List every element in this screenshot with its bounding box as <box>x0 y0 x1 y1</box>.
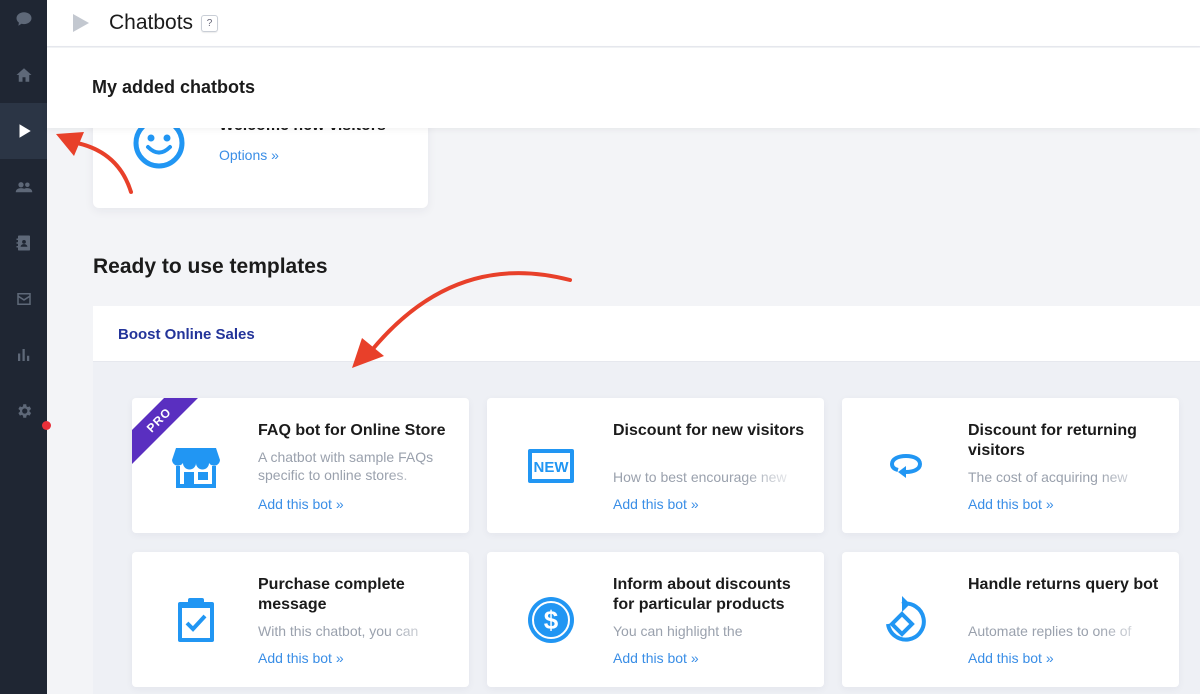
template-card-purchase-complete[interactable]: Purchase complete message With this chat… <box>132 552 469 687</box>
sidebar-item-home[interactable] <box>0 47 47 103</box>
storefront-icon <box>170 440 222 492</box>
dollar-coin-icon: $ <box>525 594 577 646</box>
card-title: Handle returns query bot <box>968 576 1159 593</box>
add-bot-link[interactable]: Add this bot » <box>613 650 699 666</box>
chat-bubble-icon <box>16 12 31 26</box>
category-header: Boost Online Sales <box>93 306 1200 362</box>
play-icon <box>73 14 89 32</box>
card-description: Automate replies to one of <box>968 622 1158 640</box>
card-title: FAQ bot for Online Store <box>258 422 446 439</box>
add-bot-link[interactable]: Add this bot » <box>613 496 699 512</box>
category-title[interactable]: Boost Online Sales <box>118 326 255 343</box>
card-description: How to best encourage new <box>613 468 803 486</box>
return-cycle-icon <box>880 440 932 492</box>
card-description: With this chatbot, you can <box>258 622 448 640</box>
template-card-discount-returning[interactable]: Discount for returning visitors The cost… <box>842 398 1179 533</box>
add-bot-link[interactable]: Add this bot » <box>968 650 1054 666</box>
options-link[interactable]: Options » <box>219 147 279 163</box>
notification-dot <box>42 421 51 430</box>
sidebar-item-chats[interactable] <box>0 0 47 47</box>
sidebar <box>0 0 51 694</box>
play-icon <box>19 124 31 138</box>
card-description: specific to online stores. <box>258 466 448 484</box>
card-title: Inform about discounts for particular pr… <box>613 576 791 613</box>
sidebar-item-address-book[interactable] <box>0 215 47 271</box>
templates-heading: Ready to use templates <box>93 255 328 278</box>
people-icon <box>15 182 32 193</box>
template-card-handle-returns[interactable]: Handle returns query bot Automate replie… <box>842 552 1179 687</box>
sidebar-item-chatbots[interactable] <box>0 103 47 159</box>
card-title: Discount for new visitors <box>613 422 805 439</box>
card-description: You can highlight the <box>613 622 803 640</box>
template-card-inform-discounts[interactable]: $ Inform about discounts for particular … <box>487 552 824 687</box>
gear-icon <box>17 404 31 418</box>
inbox-icon <box>16 293 31 305</box>
my-chatbots-header: My added chatbots <box>47 48 1200 128</box>
add-bot-link[interactable]: Add this bot » <box>968 496 1054 512</box>
template-card-discount-new[interactable]: NEW Discount for new visitors How to bes… <box>487 398 824 533</box>
address-book-icon <box>16 235 30 251</box>
sidebar-item-settings[interactable] <box>0 383 47 439</box>
add-bot-link[interactable]: Add this bot » <box>258 496 344 512</box>
help-button[interactable]: ? <box>201 14 219 32</box>
svg-text:$: $ <box>544 605 559 635</box>
sidebar-item-reports[interactable] <box>0 327 47 383</box>
clipboard-check-icon <box>170 594 222 646</box>
home-icon <box>16 68 31 82</box>
bar-chart-icon <box>17 349 29 361</box>
card-title: Discount for returning visitors <box>968 422 1137 459</box>
add-bot-link[interactable]: Add this bot » <box>258 650 344 666</box>
annotation-arrowhead-sidebar <box>56 132 84 156</box>
sidebar-item-inbox[interactable] <box>0 271 47 327</box>
templates-panel: Boost Online Sales PRO FAQ bot for Onlin… <box>93 306 1200 694</box>
card-title: Purchase complete message <box>258 576 405 613</box>
page-title: Chatbots <box>109 11 194 34</box>
sidebar-item-contacts[interactable] <box>0 159 47 215</box>
section-title: My added chatbots <box>92 77 256 97</box>
page-header: Chatbots ? <box>47 0 1200 47</box>
template-card-faq[interactable]: PRO FAQ bot for Online Store A chatbot w… <box>132 398 469 533</box>
card-description: A chatbot with sample FAQs <box>258 449 434 465</box>
svg-text:NEW: NEW <box>534 459 570 476</box>
card-description: The cost of acquiring new <box>968 468 1158 486</box>
returns-icon <box>880 594 932 646</box>
new-badge-icon: NEW <box>525 440 577 492</box>
